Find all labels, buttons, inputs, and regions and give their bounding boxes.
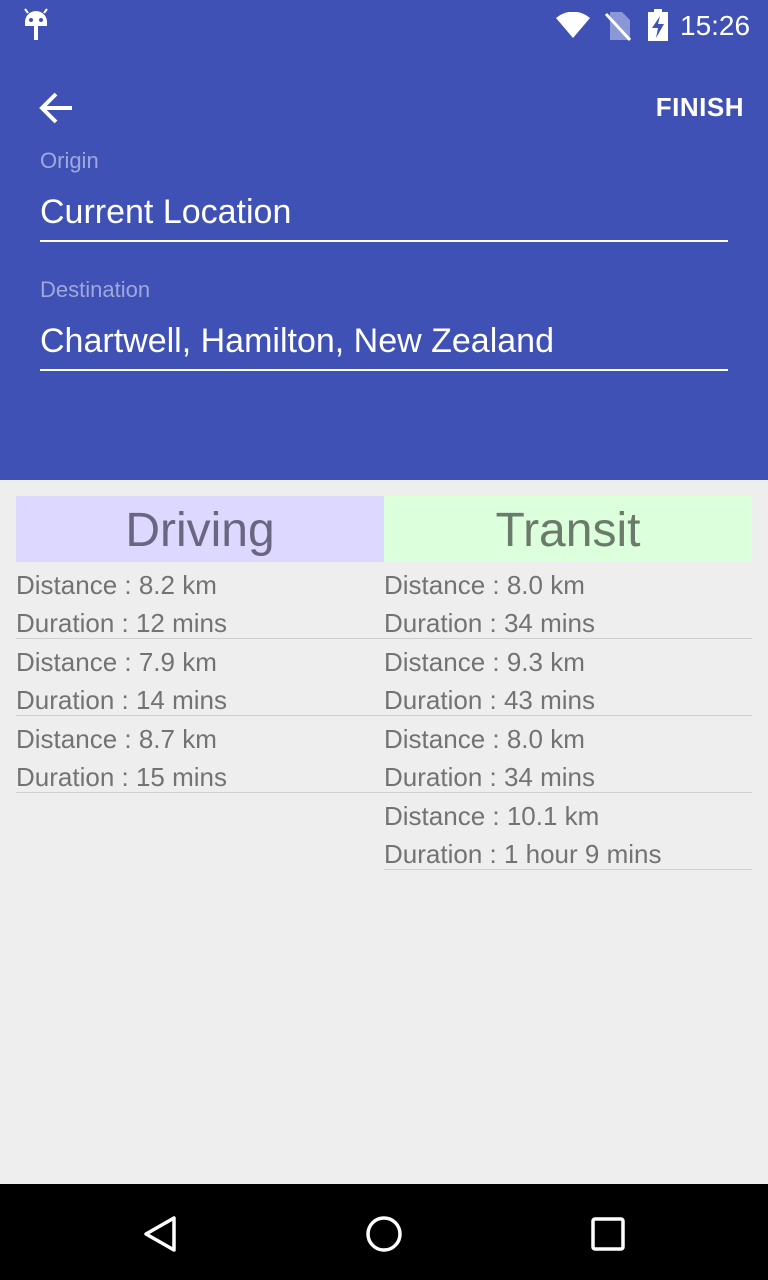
destination-field[interactable]: Chartwell, Hamilton, New Zealand: [40, 321, 728, 371]
route-distance: Distance : 10.1 km: [384, 801, 600, 831]
android-icon: [24, 8, 48, 40]
back-triangle-icon[interactable]: [138, 1212, 182, 1256]
list-item[interactable]: Distance : 8.2 km Duration : 12 mins: [16, 562, 384, 639]
origin-field[interactable]: Current Location: [40, 192, 728, 242]
driving-header: Driving: [16, 496, 384, 562]
status-bar: 15:26: [0, 0, 768, 52]
driving-column: Driving Distance : 8.2 km Duration : 12 …: [16, 496, 384, 793]
route-duration: Duration : 14 mins: [16, 685, 227, 715]
battery-charging-icon: [648, 9, 668, 41]
list-item[interactable]: Distance : 8.0 km Duration : 34 mins: [384, 562, 752, 639]
finish-button[interactable]: FINISH: [656, 92, 744, 123]
list-item[interactable]: Distance : 8.0 km Duration : 34 mins: [384, 716, 752, 793]
list-item[interactable]: Distance : 8.7 km Duration : 15 mins: [16, 716, 384, 793]
recents-square-icon[interactable]: [586, 1212, 630, 1256]
status-time: 15:26: [680, 10, 751, 41]
route-distance: Distance : 8.0 km: [384, 570, 585, 600]
list-item[interactable]: Distance : 7.9 km Duration : 14 mins: [16, 639, 384, 716]
route-duration: Duration : 34 mins: [384, 762, 595, 792]
route-distance: Distance : 9.3 km: [384, 647, 585, 677]
list-item[interactable]: Distance : 10.1 km Duration : 1 hour 9 m…: [384, 793, 752, 870]
route-duration: Duration : 12 mins: [16, 608, 227, 638]
route-distance: Distance : 8.2 km: [16, 570, 217, 600]
route-duration: Duration : 1 hour 9 mins: [384, 839, 662, 869]
route-distance: Distance : 7.9 km: [16, 647, 217, 677]
arrow-back-icon[interactable]: [34, 86, 78, 130]
wifi-icon: [556, 12, 590, 38]
route-distance: Distance : 8.0 km: [384, 724, 585, 754]
destination-label: Destination: [40, 277, 151, 302]
transit-column: Transit Distance : 8.0 km Duration : 34 …: [384, 496, 752, 870]
route-duration: Duration : 34 mins: [384, 608, 595, 638]
list-item[interactable]: Distance : 9.3 km Duration : 43 mins: [384, 639, 752, 716]
route-input-header: FINISH Origin Current Location Destinati…: [0, 52, 768, 480]
route-duration: Duration : 43 mins: [384, 685, 595, 715]
route-distance: Distance : 8.7 km: [16, 724, 217, 754]
origin-label: Origin: [40, 148, 99, 173]
route-duration: Duration : 15 mins: [16, 762, 227, 792]
home-circle-icon[interactable]: [362, 1212, 406, 1256]
transit-header: Transit: [384, 496, 752, 562]
no-sim-icon: [604, 12, 632, 42]
navigation-bar: [0, 1184, 768, 1280]
